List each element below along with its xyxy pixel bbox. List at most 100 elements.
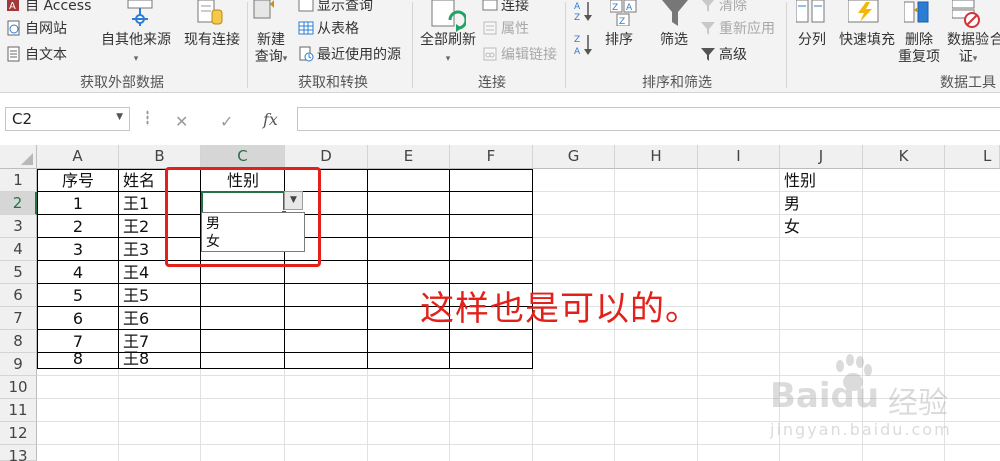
chevron-down-icon[interactable]: ▼ — [116, 112, 123, 122]
column-header-d[interactable]: D — [285, 145, 368, 169]
row-header-1[interactable]: 1 — [0, 169, 37, 192]
row-header-6[interactable]: 6 — [0, 284, 37, 307]
svg-text:Z: Z — [619, 17, 625, 26]
row-header-9[interactable]: 9 — [0, 353, 37, 376]
cell-a9[interactable]: 8 — [37, 347, 119, 370]
row-header-3[interactable]: 3 — [0, 215, 37, 238]
chevron-down-icon: ▾ — [282, 54, 288, 64]
from-access-button[interactable]: A 自 Access — [6, 0, 91, 16]
existing-connections-label: 现有连接 — [184, 32, 240, 48]
cell-a1[interactable]: 序号 — [37, 169, 119, 192]
row-header-5[interactable]: 5 — [0, 261, 37, 284]
column-header-h[interactable]: H — [615, 145, 698, 169]
show-queries-button[interactable]: 显示查询 — [298, 0, 373, 16]
flash-fill-button[interactable]: 快速填充 — [834, 32, 900, 49]
row-header-10[interactable]: 10 — [0, 376, 37, 399]
from-table-label: 从表格 — [317, 21, 359, 37]
filter-icon — [662, 0, 688, 26]
cell-a5[interactable]: 4 — [37, 261, 119, 284]
properties-button[interactable]: 属性 — [482, 17, 529, 39]
column-header-b[interactable]: B — [119, 145, 201, 169]
column-header-g[interactable]: G — [533, 145, 615, 169]
consolidate-button[interactable]: 合 — [990, 32, 1000, 49]
advanced-filter-button[interactable]: 高级 — [700, 43, 747, 65]
clear-filter-button[interactable]: 清除 — [700, 0, 747, 16]
properties-icon — [483, 21, 497, 35]
refresh-all-label: 全部刷新 — [420, 32, 476, 48]
row-header-8[interactable]: 8 — [0, 330, 37, 353]
group-label-sort-filter: 排序和筛选 — [642, 75, 712, 91]
cell-b9[interactable]: 王8 — [119, 347, 201, 370]
remove-duplicates-button[interactable]: 删除 重复项 — [898, 32, 940, 66]
table-border — [367, 169, 368, 369]
remove-duplicates-label-1: 删除 — [905, 32, 933, 48]
cancel-icon[interactable]: ✕ — [175, 112, 188, 131]
edit-links-label: 编辑链接 — [501, 47, 557, 63]
group-label-get-transform: 获取和转换 — [298, 75, 368, 91]
watermark-url: jingyan.baidu.com — [770, 420, 952, 439]
filter-button[interactable]: 筛选 — [652, 32, 696, 49]
new-query-label-2: 查询 — [254, 49, 283, 65]
column-header-f[interactable]: F — [450, 145, 533, 169]
sort-button[interactable]: 排序 — [600, 32, 638, 49]
cell-j3[interactable]: 女 — [780, 215, 863, 238]
new-query-button[interactable]: 新建 查询▾ — [250, 32, 292, 68]
from-text-button[interactable]: 自文本 — [6, 43, 67, 65]
recent-sources-button[interactable]: 最近使用的源 — [298, 43, 401, 65]
text-to-columns-label: 分列 — [798, 32, 826, 48]
sort-z-to-a-icon: Z A — [574, 35, 592, 57]
cell-j1[interactable]: 性别 — [780, 169, 863, 192]
insert-function-icon[interactable]: fx — [263, 110, 278, 129]
chevron-down-icon: ▾ — [445, 54, 451, 64]
row-header-11[interactable]: 11 — [0, 399, 37, 422]
existing-connections-button[interactable]: 现有连接 — [180, 32, 244, 49]
column-header-k[interactable]: K — [863, 145, 945, 169]
column-header-a[interactable]: A — [37, 145, 119, 169]
cell-a3[interactable]: 2 — [37, 215, 119, 238]
from-web-button[interactable]: 自网站 — [6, 17, 67, 39]
from-table-button[interactable]: 从表格 — [298, 17, 359, 39]
column-header-e[interactable]: E — [368, 145, 450, 169]
group-separator — [247, 2, 248, 88]
highlight-box — [165, 167, 321, 267]
column-header-i[interactable]: I — [698, 145, 780, 169]
svg-text:Z: Z — [574, 13, 580, 22]
column-header-c[interactable]: C — [201, 145, 285, 169]
formula-input[interactable] — [297, 107, 1000, 131]
flash-fill-label: 快速填充 — [839, 32, 895, 48]
cell-a2[interactable]: 1 — [37, 192, 119, 215]
cell-a6[interactable]: 5 — [37, 284, 119, 307]
edit-links-button[interactable]: 编辑链接 — [482, 43, 557, 65]
other-sources-icon — [127, 0, 153, 26]
enter-icon[interactable]: ✓ — [220, 112, 233, 131]
row-header-4[interactable]: 4 — [0, 238, 37, 261]
select-all-button[interactable] — [0, 145, 37, 169]
cell-j2[interactable]: 男 — [780, 192, 863, 215]
cell-a4[interactable]: 3 — [37, 238, 119, 261]
connections-button[interactable]: 连接 — [482, 0, 529, 16]
data-validation-button[interactable]: 数据验 证▾ — [944, 32, 992, 68]
row-header-12[interactable]: 12 — [0, 422, 37, 445]
splitter-handle[interactable] — [146, 110, 149, 126]
name-box[interactable]: C2 ▼ — [5, 107, 130, 131]
cell-b7[interactable]: 王6 — [119, 307, 201, 330]
from-web-label: 自网站 — [25, 21, 67, 37]
cell-b6[interactable]: 王5 — [119, 284, 201, 307]
row-header-2[interactable]: 2 — [0, 192, 37, 215]
row-header-13[interactable]: 13 — [0, 445, 37, 461]
text-to-columns-button[interactable]: 分列 — [794, 32, 830, 49]
group-label-get-external-data: 获取外部数据 — [80, 75, 164, 91]
column-header-j[interactable]: J — [780, 145, 863, 169]
ribbon: A 自 Access 自网站 自文本 自其他来源 ▾ 现有连接 获取外部数据 新建… — [0, 0, 1000, 93]
refresh-all-button[interactable]: 全部刷新 ▾ — [414, 32, 482, 68]
other-sources-label: 自其他来源 — [101, 32, 171, 48]
reapply-button[interactable]: 重新应用 — [700, 17, 775, 39]
table-border — [449, 169, 450, 369]
other-sources-button[interactable]: 自其他来源 ▾ — [96, 32, 176, 68]
sort-label: 排序 — [605, 32, 633, 48]
cell-a7[interactable]: 6 — [37, 307, 119, 330]
row-header-7[interactable]: 7 — [0, 307, 37, 330]
column-header-l[interactable]: L — [945, 145, 1000, 169]
group-label-connections: 连接 — [478, 75, 506, 91]
refresh-all-icon — [431, 0, 466, 32]
